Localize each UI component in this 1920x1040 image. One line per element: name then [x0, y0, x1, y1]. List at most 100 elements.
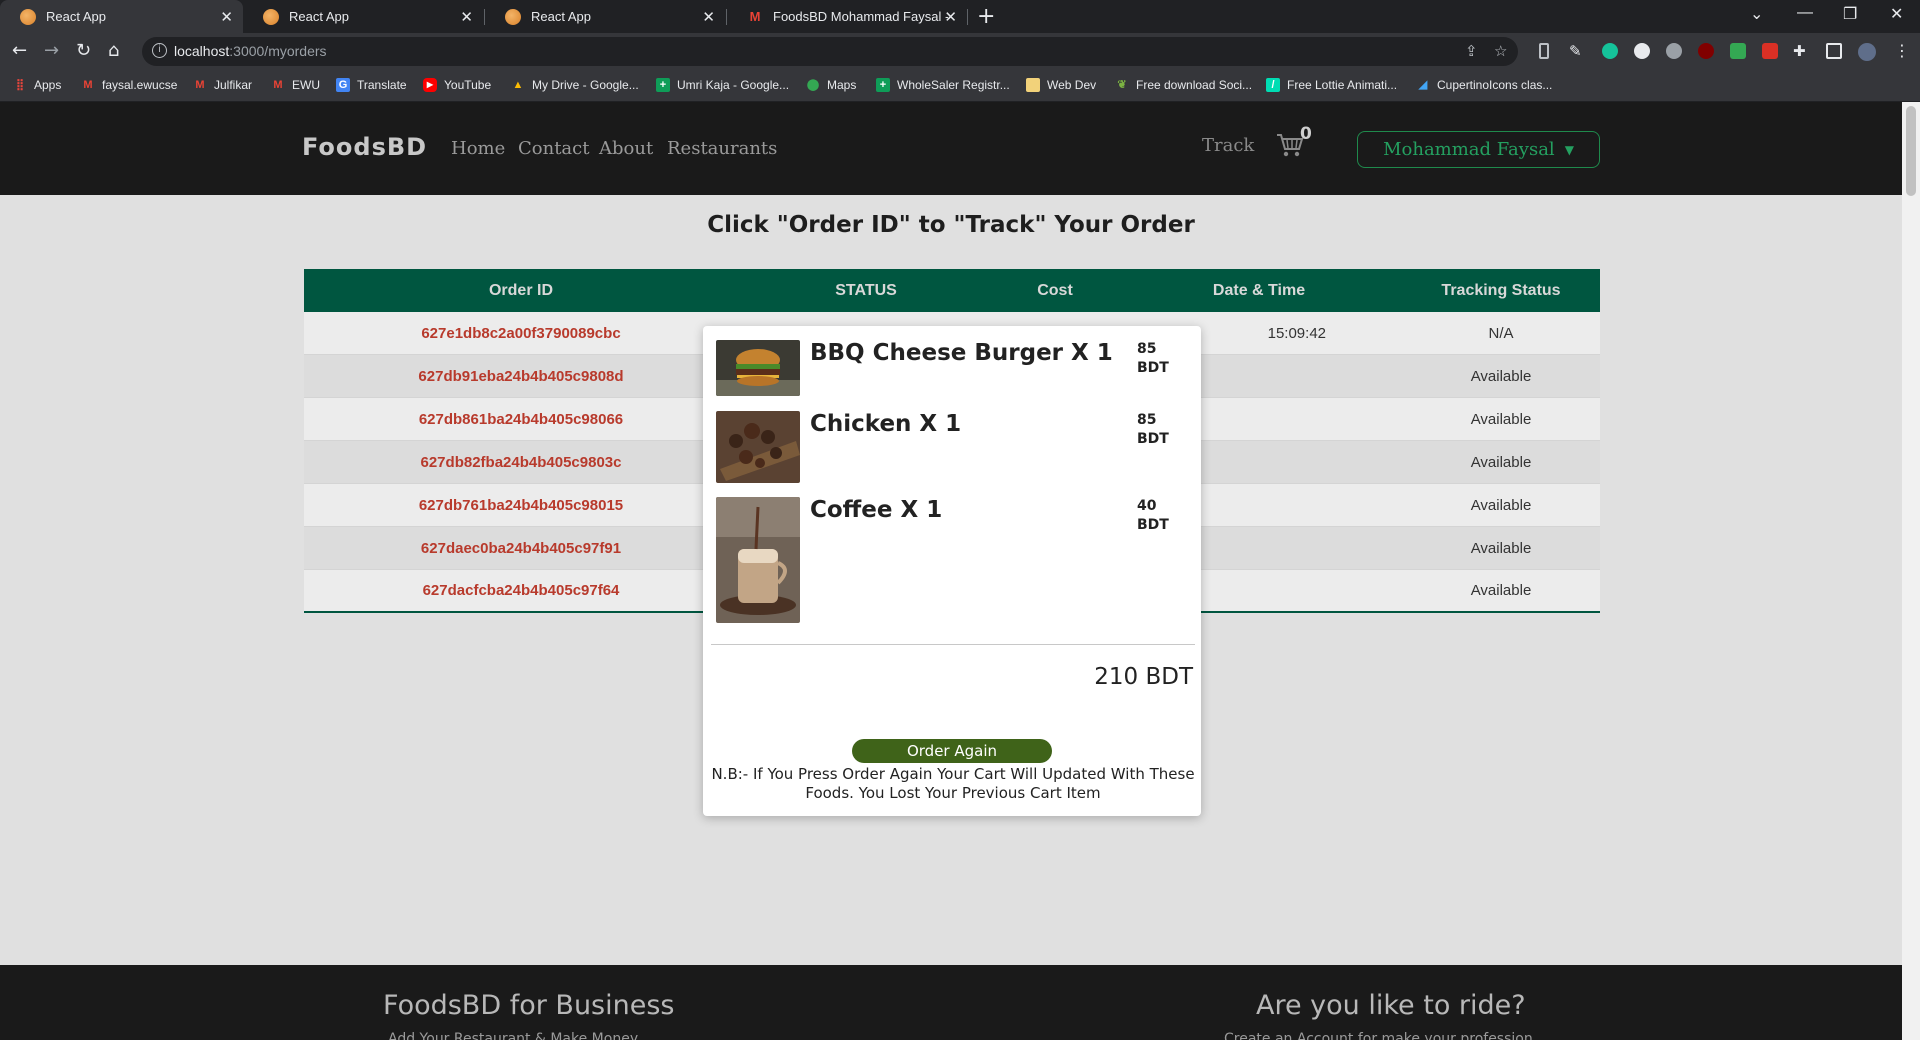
tab-title: React App [46, 9, 106, 24]
order-id-link[interactable]: 627db861ba24b4b405c98066 [304, 398, 738, 440]
user-name: Mohammad Faysal [1383, 139, 1555, 160]
chicken-photo [716, 411, 800, 483]
leaf-icon: ❦ [1117, 79, 1127, 91]
order-again-button[interactable]: Order Again [852, 739, 1052, 763]
url-text[interactable]: localhost:3000/myorders [174, 43, 327, 59]
page-scrollbar[interactable] [1902, 102, 1920, 1040]
share-icon[interactable]: ⇪ [1465, 42, 1478, 60]
extension-red-icon[interactable] [1762, 43, 1778, 59]
reload-icon[interactable]: ↻ [76, 41, 91, 61]
browser-tab-1[interactable]: React App ✕ [0, 0, 243, 33]
device-icon[interactable] [1539, 43, 1549, 59]
bookmark-lottie[interactable]: / Free Lottie Animati... [1266, 78, 1397, 92]
bookmark-cupertino[interactable]: ◢ CupertinoIcons clas... [1416, 78, 1553, 92]
nav-link-restaurants[interactable]: Restaurants [667, 138, 777, 159]
tab-search-icon[interactable]: ⌄ [1750, 4, 1763, 24]
bookmark-wholesaler[interactable]: + WholeSaler Registr... [876, 78, 1010, 92]
close-icon[interactable]: ✕ [220, 8, 233, 26]
extensions-puzzle-icon[interactable]: ✚ [1793, 41, 1806, 61]
item-price: 40 BDT [1137, 498, 1169, 533]
forward-arrow-icon[interactable]: → [44, 41, 59, 61]
cart-count-badge: 0 [1300, 124, 1312, 144]
browser-tab-2[interactable]: React App ✕ [243, 0, 483, 33]
order-id-link[interactable]: 627daec0ba24b4b405c97f91 [304, 527, 738, 569]
nav-link-about[interactable]: About [599, 138, 653, 159]
column-header-status: STATUS [835, 281, 897, 299]
bookmark-star-icon[interactable]: ☆ [1494, 42, 1507, 60]
bookmark-apps[interactable]: ⣿ Apps [13, 78, 61, 92]
brand-logo[interactable]: FoodsBD [302, 133, 427, 161]
user-dropdown-button[interactable]: Mohammad Faysal ▼ [1357, 131, 1600, 168]
order-id-link[interactable]: 627dacfcba24b4b405c97f64 [304, 570, 738, 611]
browser-tab-4[interactable]: M FoodsBD Mohammad Faysal - fa ✕ [727, 0, 967, 33]
burger-photo [716, 340, 800, 396]
footer-business-subtitle[interactable]: Add Your Restaurant & Make Money [388, 1031, 638, 1040]
menu-kebab-icon[interactable]: ⋮ [1894, 41, 1910, 61]
avatar[interactable] [1858, 43, 1876, 61]
ublock-icon[interactable] [1698, 43, 1714, 59]
order-id-link[interactable]: 627e1db8c2a00f3790089cbc [304, 312, 738, 354]
table-header: Order ID STATUS Cost Date & Time Trackin… [304, 269, 1600, 312]
minimize-icon[interactable]: — [1797, 4, 1813, 22]
footer-ride-subtitle[interactable]: Create an Account for make your professi… [1224, 1031, 1533, 1040]
track-link[interactable]: Track [1202, 135, 1254, 156]
tracking-status-cell: Available [1470, 539, 1532, 557]
item-name: Chicken X 1 [810, 411, 962, 437]
order-id-link[interactable]: 627db82fba24b4b405c9803c [304, 441, 738, 483]
order-total: 210 BDT [1094, 664, 1193, 690]
close-icon[interactable]: ✕ [944, 8, 957, 26]
site-footer: FoodsBD for Business Add Your Restaurant… [0, 965, 1902, 1040]
bookmark-translate[interactable]: G Translate [336, 78, 407, 92]
sheets-icon: + [656, 78, 670, 92]
order-id-link[interactable]: 627db91eba24b4b405c9808d [304, 355, 738, 397]
react-app-favicon [20, 8, 36, 25]
close-icon[interactable]: ✕ [460, 8, 473, 26]
item-name: Coffee X 1 [810, 497, 943, 523]
bookmark-maps[interactable]: ⬤ Maps [806, 78, 857, 92]
bookmark-julfikar[interactable]: M Julfikar [193, 78, 252, 92]
column-header-tracking-status: Tracking Status [1441, 281, 1561, 299]
bookmark-youtube[interactable]: ▶ YouTube [423, 78, 491, 92]
coffee-photo [716, 497, 800, 623]
scrollbar-thumb[interactable] [1906, 106, 1916, 196]
bookmark-free-download[interactable]: ❦ Free download Soci... [1115, 78, 1252, 92]
column-header-order-id: Order ID [488, 281, 553, 299]
order-again-note: N.B:- If You Press Order Again Your Cart… [711, 765, 1195, 802]
nav-link-contact[interactable]: Contact [518, 138, 589, 159]
cloud-icon[interactable] [1666, 43, 1682, 59]
home-icon[interactable]: ⌂ [108, 41, 119, 61]
clock-icon[interactable] [1634, 43, 1650, 59]
bookmark-drive[interactable]: ▲ My Drive - Google... [511, 78, 639, 92]
close-icon[interactable]: ✕ [702, 8, 715, 26]
nav-link-home[interactable]: Home [451, 138, 505, 159]
tracking-status-cell: Available [1470, 410, 1532, 428]
bookmark-faysal[interactable]: Mfaysal.ewucse [81, 78, 177, 92]
page-viewport: FoodsBD Home Contact About Restaurants T… [0, 102, 1902, 1040]
gmail-icon: M [195, 79, 205, 91]
item-name: BBQ Cheese Burger X 1 [810, 340, 1113, 366]
order-id-link[interactable]: 627db761ba24b4b405c98015 [304, 484, 738, 526]
window-close-icon[interactable]: ✕ [1890, 4, 1903, 24]
bookmark-ewu[interactable]: M EWU [271, 78, 320, 92]
site-info-icon[interactable]: i [152, 43, 167, 58]
tracking-status-cell: Available [1470, 453, 1532, 471]
grammarly-icon[interactable] [1602, 43, 1618, 59]
restore-icon[interactable]: ❐ [1843, 4, 1857, 24]
react-app-favicon [263, 8, 279, 25]
browser-tab-3[interactable]: React App ✕ [485, 0, 725, 33]
side-panel-icon[interactable] [1826, 43, 1842, 59]
back-arrow-icon[interactable]: ← [12, 41, 27, 61]
tab-title: FoodsBD Mohammad Faysal - fa [773, 9, 948, 24]
bookmark-web-dev[interactable]: Web Dev [1026, 78, 1096, 92]
youtube-icon: ▶ [423, 78, 437, 92]
gmail-icon: M [83, 79, 93, 91]
bookmark-umri-kaja[interactable]: + Umri Kaja - Google... [656, 78, 789, 92]
shield-icon[interactable] [1730, 43, 1746, 59]
tab-title: React App [289, 9, 349, 24]
address-bar[interactable]: i localhost:3000/myorders ⇪ ☆ [142, 37, 1518, 66]
tracking-status-cell: Available [1470, 496, 1532, 514]
pen-icon[interactable]: ✎ [1569, 41, 1582, 61]
item-price: 85 BDT [1137, 412, 1169, 447]
new-tab-button[interactable]: + [977, 4, 995, 29]
translate-icon: G [336, 78, 350, 92]
